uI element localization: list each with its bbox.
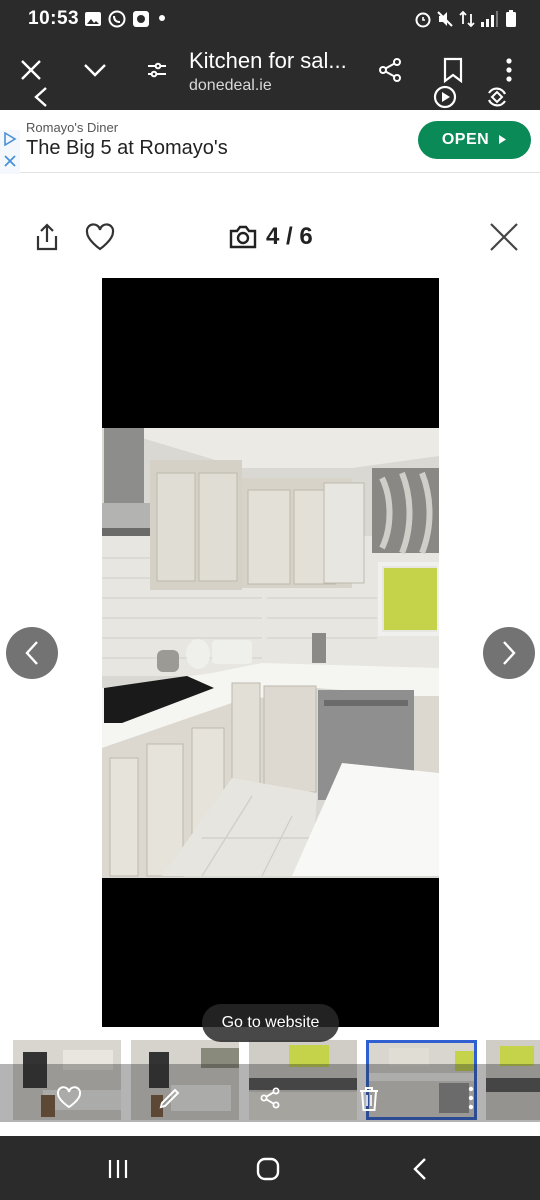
chevron-right-icon <box>503 641 516 665</box>
delete-icon[interactable] <box>358 1086 380 1112</box>
share-image-icon[interactable] <box>258 1086 282 1110</box>
whatsapp-icon <box>108 10 126 28</box>
next-photo-button[interactable] <box>483 627 535 679</box>
gallery-icon <box>85 12 101 26</box>
tune-icon[interactable] <box>145 58 169 82</box>
bookmark-icon[interactable] <box>442 57 464 83</box>
more-icon[interactable] <box>504 58 514 84</box>
share-icon[interactable] <box>377 57 403 83</box>
battery-icon <box>506 10 516 27</box>
alarm-icon <box>415 12 431 28</box>
status-bar: 10:53 <box>0 0 540 40</box>
play-arrow-icon <box>499 135 507 145</box>
ad-headline[interactable]: The Big 5 at Romayo's <box>26 137 228 160</box>
photo-counter: 4 / 6 <box>228 222 313 252</box>
more-notifications-icon <box>159 15 165 21</box>
back-icon[interactable] <box>32 86 50 108</box>
ad-open-label: OPEN <box>441 131 490 148</box>
close-icon[interactable] <box>19 58 43 82</box>
favorite-icon[interactable] <box>56 1086 82 1110</box>
ad-sponsor: Romayo's Diner <box>26 120 119 135</box>
go-to-website-button[interactable]: Go to website <box>202 1004 339 1042</box>
ad-banner[interactable]: Romayo's Diner The Big 5 at Romayo's OPE… <box>0 110 540 174</box>
mute-icon <box>437 11 453 27</box>
ad-play-icon <box>4 132 17 146</box>
image-actions-overlay <box>0 1064 540 1122</box>
ad-open-button[interactable]: OPEN <box>418 121 531 159</box>
data-transfer-icon <box>459 10 475 28</box>
heart-icon[interactable] <box>84 222 116 252</box>
system-nav-bar <box>0 1136 540 1200</box>
main-photo[interactable] <box>102 278 439 1027</box>
chevron-left-icon <box>25 641 38 665</box>
previous-photo-button[interactable] <box>6 627 58 679</box>
nav-back-icon[interactable] <box>410 1156 430 1182</box>
photo-counter-text: 4 / 6 <box>266 223 313 250</box>
page-url: donedeal.ie <box>189 77 272 94</box>
app-notification-icon <box>133 11 149 27</box>
kitchen-photo <box>102 278 439 1027</box>
status-time: 10:53 <box>28 8 80 29</box>
overflow-menu-icon[interactable] <box>467 1086 475 1110</box>
video-icon[interactable] <box>432 84 458 110</box>
rotate-icon[interactable] <box>484 84 510 110</box>
ad-close-icon[interactable] <box>3 154 17 168</box>
signal-icon <box>481 11 498 27</box>
camera-icon <box>229 225 257 249</box>
page-title: Kitchen for sal... <box>189 48 347 73</box>
home-icon[interactable] <box>255 1156 281 1182</box>
close-viewer-icon[interactable] <box>488 222 520 252</box>
chevron-down-icon[interactable] <box>82 60 108 80</box>
ad-choices[interactable] <box>0 130 20 174</box>
edit-icon[interactable] <box>158 1086 182 1110</box>
browser-toolbar: Kitchen for sal... donedeal.ie <box>0 40 540 110</box>
recent-apps-icon[interactable] <box>106 1157 130 1181</box>
share-upload-icon[interactable] <box>34 222 60 252</box>
